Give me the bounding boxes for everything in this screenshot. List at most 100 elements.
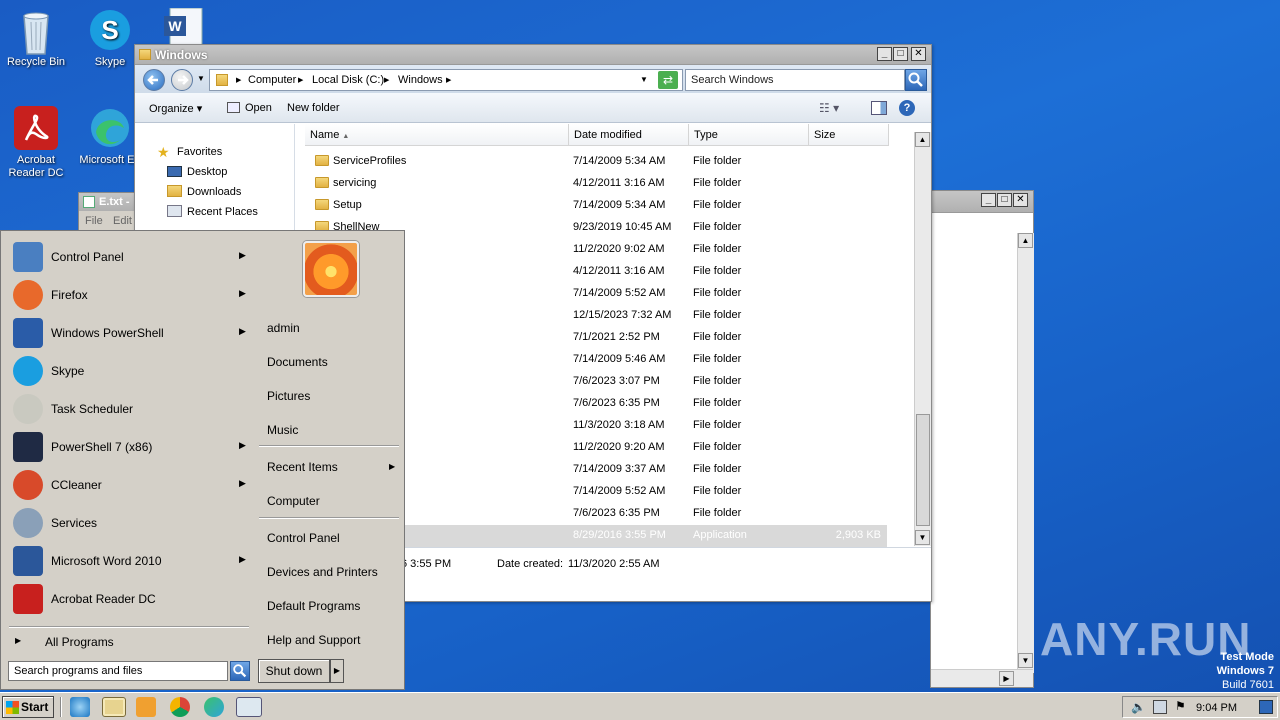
scroll-thumb[interactable] (916, 414, 930, 526)
back-button[interactable] (143, 69, 165, 91)
nav-desktop[interactable]: Desktop (187, 166, 227, 178)
breadcrumb-separator-icon[interactable]: ▶ (236, 76, 241, 84)
start-item-recent-items[interactable]: Recent Items (267, 460, 338, 474)
column-header-name[interactable]: Name ▲ (305, 124, 569, 146)
chrome-icon[interactable] (170, 697, 190, 717)
maximize-button[interactable]: □ (893, 47, 908, 61)
minimize-button[interactable]: _ (877, 47, 892, 61)
table-row[interactable]: Setup 7/14/2009 5:34 AM File folder (297, 195, 917, 217)
shutdown-options-button[interactable]: ▶ (330, 659, 344, 683)
notepad-window-left[interactable]: E.txt - File Edit (78, 192, 136, 232)
start-item-help[interactable]: Help and Support (267, 633, 360, 647)
desktop-icon-recycle-bin[interactable]: Recycle Bin (0, 8, 72, 69)
notepad-menu-edit[interactable]: Edit (113, 215, 132, 227)
edge-taskbar-icon[interactable] (204, 697, 224, 717)
start-item-music[interactable]: Music (267, 423, 298, 437)
start-item-user[interactable]: admin (267, 321, 300, 335)
program-icon (13, 546, 43, 576)
cell-type: File folder (693, 419, 742, 431)
file-list-vscrollbar[interactable]: ▲ ▼ (914, 132, 931, 546)
notepad-window-right[interactable]: _ □ ✕ ▲ ▼ ▶ (930, 190, 1034, 688)
notepad-menu-file[interactable]: File (85, 215, 103, 227)
start-program-item[interactable]: Task Scheduler (3, 390, 253, 428)
view-options-icon[interactable]: ☷ ▾ (819, 101, 839, 115)
maximize-button[interactable]: □ (997, 193, 1012, 207)
network-icon[interactable] (1153, 700, 1167, 714)
notepad-taskbar-icon[interactable] (236, 697, 262, 717)
forward-button[interactable] (171, 69, 193, 91)
scroll-down-button[interactable]: ▼ (1018, 653, 1033, 668)
help-icon[interactable]: ? (899, 100, 915, 116)
notepad-hscrollbar[interactable]: ▶ (931, 669, 1033, 687)
column-header-size[interactable]: Size (809, 124, 889, 146)
volume-icon[interactable]: 🔈 (1131, 700, 1146, 714)
word-doc-icon[interactable]: W (164, 7, 208, 47)
notepad-title: E.txt - (99, 196, 130, 208)
start-program-item[interactable]: Control Panel ▶ (3, 238, 253, 276)
scroll-down-button[interactable]: ▼ (915, 530, 930, 545)
scroll-up-button[interactable]: ▲ (1018, 233, 1033, 248)
start-program-item[interactable]: Skype (3, 352, 253, 390)
column-header-date[interactable]: Date modified (569, 124, 689, 146)
table-row[interactable]: ServiceProfiles 7/14/2009 5:34 AM File fol… (297, 151, 917, 173)
start-item-default-programs[interactable]: Default Programs (267, 599, 360, 613)
column-header-type[interactable]: Type (689, 124, 809, 146)
table-row[interactable]: servicing 4/12/2011 3:16 AM File folder (297, 173, 917, 195)
start-item-control-panel[interactable]: Control Panel (267, 531, 340, 545)
start-item-computer[interactable]: Computer (267, 494, 320, 508)
breadcrumb-item-computer[interactable]: Computer (248, 74, 296, 86)
start-button[interactable]: Start (2, 696, 54, 718)
ie-icon[interactable] (70, 697, 90, 717)
action-center-flag-icon[interactable]: ⚑ (1175, 699, 1186, 713)
start-program-item[interactable]: PowerShell 7 (x86) ▶ (3, 428, 253, 466)
breadcrumb-separator-icon[interactable]: ▶ (384, 76, 389, 84)
search-button[interactable] (905, 69, 927, 91)
nav-recent-places[interactable]: Recent Places (187, 206, 258, 218)
minimize-button[interactable]: _ (981, 193, 996, 207)
breadcrumb-separator-icon[interactable]: ▶ (298, 76, 303, 84)
desktop-icon-acrobat[interactable]: Acrobat Reader DC (0, 106, 72, 180)
breadcrumb[interactable]: ▶ Computer ▶ Local Disk (C:) ▶ Windows ▶… (209, 69, 683, 91)
explorer-taskbar-icon[interactable] (102, 697, 126, 717)
open-button[interactable]: Open (245, 102, 272, 114)
desktop-icon (167, 166, 182, 177)
start-item-devices[interactable]: Devices and Printers (267, 565, 378, 579)
notepad-vscrollbar[interactable]: ▲ ▼ (1017, 233, 1034, 673)
organize-button[interactable]: Organize ▾ (149, 102, 202, 115)
start-program-item[interactable]: Firefox ▶ (3, 276, 253, 314)
start-program-item[interactable]: Services (3, 504, 253, 542)
recent-pages-chevron-icon[interactable]: ▼ (197, 74, 205, 83)
breadcrumb-separator-icon[interactable]: ▶ (446, 76, 451, 84)
search-input[interactable]: Search Windows (685, 69, 905, 91)
cell-date-modified: 4/12/2011 3:16 AM (573, 265, 665, 277)
refresh-icon[interactable]: ⇄ (658, 71, 678, 89)
preview-pane-icon[interactable] (871, 101, 887, 115)
start-program-item[interactable]: Windows PowerShell ▶ (3, 314, 253, 352)
start-search-input[interactable]: Search programs and files (8, 661, 228, 681)
scroll-right-button[interactable]: ▶ (999, 671, 1014, 686)
new-folder-button[interactable]: New folder (287, 102, 340, 114)
start-item-pictures[interactable]: Pictures (267, 389, 310, 403)
close-button[interactable]: ✕ (911, 47, 926, 61)
all-programs-button[interactable]: All Programs (45, 635, 114, 649)
breadcrumb-item-local-disk[interactable]: Local Disk (C:) (312, 74, 384, 86)
breadcrumb-item-windows[interactable]: Windows (398, 74, 443, 86)
shutdown-button[interactable]: Shut down (258, 659, 330, 683)
program-label: Windows PowerShell (51, 326, 164, 340)
clock[interactable]: 9:04 PM (1196, 702, 1237, 714)
show-desktop-icon[interactable] (1259, 700, 1273, 714)
start-program-item[interactable]: CCleaner ▶ (3, 466, 253, 504)
shutdown-label: Shut down (265, 664, 323, 678)
start-search-button[interactable] (230, 661, 250, 681)
address-dropdown-icon[interactable]: ▼ (640, 75, 648, 84)
program-label: PowerShell 7 (x86) (51, 440, 153, 454)
start-item-documents[interactable]: Documents (267, 355, 328, 369)
nav-favorites[interactable]: Favorites (177, 146, 222, 158)
nav-downloads[interactable]: Downloads (187, 186, 241, 198)
start-program-item[interactable]: Acrobat Reader DC (3, 580, 253, 618)
scroll-up-button[interactable]: ▲ (915, 132, 930, 147)
media-player-icon[interactable] (136, 697, 156, 717)
start-program-item[interactable]: Microsoft Word 2010 ▶ (3, 542, 253, 580)
user-avatar[interactable] (303, 241, 359, 297)
close-button[interactable]: ✕ (1013, 193, 1028, 207)
